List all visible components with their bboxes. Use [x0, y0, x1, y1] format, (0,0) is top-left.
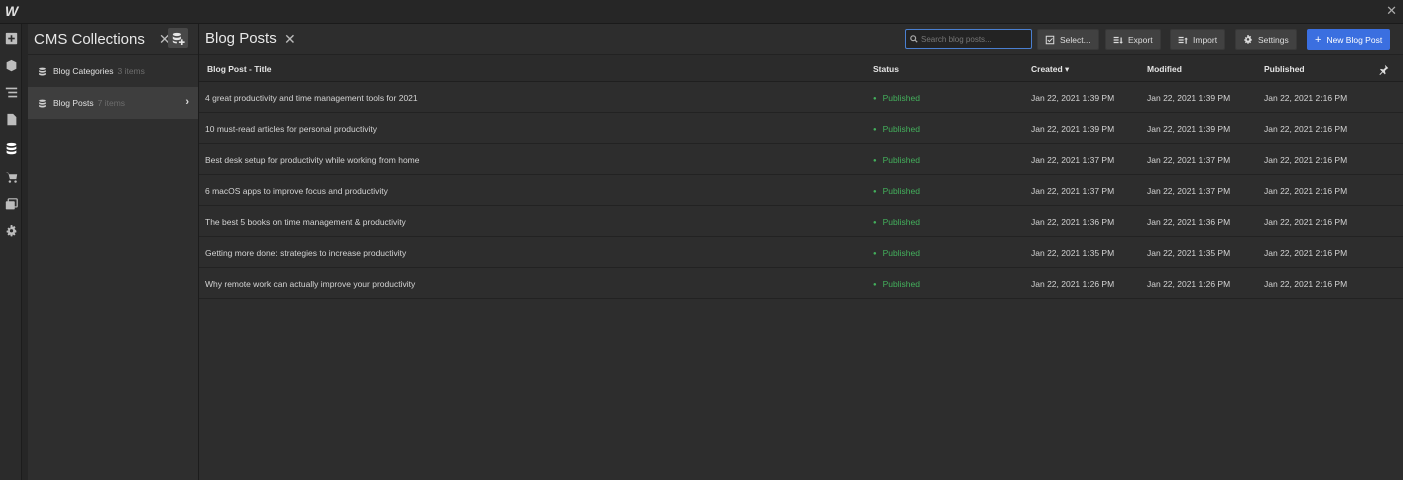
cell-created: Jan 22, 2021 1:35 PM [1031, 248, 1115, 258]
cell-published: Jan 22, 2021 2:16 PM [1264, 155, 1348, 165]
cell-title: Why remote work can actually improve you… [205, 279, 416, 289]
export-button[interactable]: Export [1105, 29, 1161, 50]
import-button-label: Import [1193, 34, 1218, 45]
table-row[interactable]: 10 must-read articles for personal produ… [199, 113, 1403, 144]
webflow-logo[interactable]: W [5, 3, 18, 19]
top-bar: W ✕ [0, 0, 1403, 24]
blog-posts-header: Blog Posts ✕ Select... Export Import Set… [199, 24, 1403, 55]
status-badge: Published [873, 124, 920, 134]
collection-item-blog-posts[interactable]: Blog Posts 7 items › [28, 87, 198, 119]
select-button-label: Select... [1060, 34, 1091, 45]
pin-icon[interactable] [1378, 62, 1389, 80]
cell-modified: Jan 22, 2021 1:39 PM [1147, 124, 1231, 134]
blog-posts-panel: Blog Posts ✕ Select... Export Import Set… [199, 24, 1403, 480]
cell-published: Jan 22, 2021 2:16 PM [1264, 124, 1348, 134]
cell-modified: Jan 22, 2021 1:39 PM [1147, 93, 1231, 103]
symbols-box-icon[interactable] [3, 57, 19, 73]
collections-header: CMS Collections ✕ [28, 24, 198, 55]
left-toolbar [0, 24, 22, 480]
collection-item-label: Blog Posts [53, 98, 94, 108]
cell-title: 6 macOS apps to improve focus and produc… [205, 186, 388, 196]
ecommerce-cart-icon[interactable] [3, 169, 19, 185]
pages-icon[interactable] [3, 111, 19, 127]
assets-icon[interactable] [3, 196, 19, 212]
search-box[interactable] [905, 29, 1032, 49]
chevron-right-icon: › [185, 96, 189, 108]
status-badge: Published [873, 248, 920, 258]
plus-icon: + [1315, 33, 1322, 46]
cell-created: Jan 22, 2021 1:39 PM [1031, 93, 1115, 103]
import-button[interactable]: Import [1170, 29, 1226, 50]
collections-title: CMS Collections [34, 30, 145, 48]
export-icon [1113, 36, 1123, 44]
column-header-status[interactable]: Status [873, 64, 899, 74]
cell-modified: Jan 22, 2021 1:37 PM [1147, 186, 1231, 196]
column-header-published[interactable]: Published [1264, 64, 1305, 74]
cell-created: Jan 22, 2021 1:37 PM [1031, 155, 1115, 165]
cell-modified: Jan 22, 2021 1:35 PM [1147, 248, 1231, 258]
add-collection-button[interactable] [168, 28, 188, 48]
cell-title: Getting more done: strategies to increas… [205, 248, 407, 258]
column-header-title[interactable]: Blog Post - Title [207, 64, 272, 74]
collection-item-count: 3 items [117, 66, 145, 76]
status-badge: Published [873, 279, 920, 289]
table-row[interactable]: 4 great productivity and time management… [199, 82, 1403, 113]
search-icon [910, 35, 918, 43]
export-button-label: Export [1128, 34, 1153, 45]
column-header-modified[interactable]: Modified [1147, 64, 1182, 74]
cell-title: 10 must-read articles for personal produ… [205, 124, 377, 134]
status-badge: Published [873, 186, 920, 196]
table-row[interactable]: Why remote work can actually improve you… [199, 268, 1403, 299]
select-button[interactable]: Select... [1037, 29, 1099, 50]
settings-button[interactable]: Settings [1235, 29, 1297, 50]
table-row[interactable]: Getting more done: strategies to increas… [199, 237, 1403, 268]
collection-item-blog-categories[interactable]: Blog Categories 3 items [28, 55, 198, 87]
cms-database-icon[interactable] [3, 140, 19, 156]
add-database-icon [172, 32, 185, 45]
table-body: 4 great productivity and time management… [199, 82, 1403, 299]
page-title: Blog Posts [205, 30, 277, 47]
cell-created: Jan 22, 2021 1:39 PM [1031, 124, 1115, 134]
cell-created: Jan 22, 2021 1:37 PM [1031, 186, 1115, 196]
column-header-created[interactable]: Created ▾ [1031, 64, 1069, 75]
cell-title: 4 great productivity and time management… [205, 93, 418, 103]
table-header: Blog Post - Title Status Created ▾ Modif… [199, 55, 1403, 82]
collections-panel: CMS Collections ✕ Blog Categories 3 item… [28, 24, 199, 480]
collection-item-label: Blog Categories [53, 66, 114, 76]
settings-button-label: Settings [1258, 34, 1289, 45]
status-badge: Published [873, 93, 920, 103]
add-panel-icon[interactable] [3, 30, 19, 46]
cell-published: Jan 22, 2021 2:16 PM [1264, 279, 1348, 289]
checkbox-icon [1045, 35, 1055, 44]
new-blog-post-button[interactable]: + New Blog Post [1307, 29, 1391, 50]
settings-gear-icon[interactable] [3, 223, 19, 239]
cell-modified: Jan 22, 2021 1:36 PM [1147, 217, 1231, 227]
table-row[interactable]: 6 macOS apps to improve focus and produc… [199, 175, 1403, 206]
status-badge: Published [873, 217, 920, 227]
navigator-icon[interactable] [3, 84, 19, 100]
table-row[interactable]: The best 5 books on time management & pr… [199, 206, 1403, 237]
close-icon[interactable]: ✕ [1386, 3, 1397, 19]
cell-title: Best desk setup for productivity while w… [205, 155, 420, 165]
cell-published: Jan 22, 2021 2:16 PM [1264, 93, 1348, 103]
cell-published: Jan 22, 2021 2:16 PM [1264, 248, 1348, 258]
collection-item-count: 7 items [97, 98, 126, 108]
close-blog-posts-button[interactable]: ✕ [284, 31, 296, 48]
database-icon [39, 67, 46, 75]
cell-title: The best 5 books on time management & pr… [205, 217, 406, 227]
table-row[interactable]: Best desk setup for productivity while w… [199, 144, 1403, 175]
import-icon [1178, 36, 1188, 44]
cell-published: Jan 22, 2021 2:16 PM [1264, 186, 1348, 196]
cell-modified: Jan 22, 2021 1:26 PM [1147, 279, 1231, 289]
cell-created: Jan 22, 2021 1:26 PM [1031, 279, 1115, 289]
cell-published: Jan 22, 2021 2:16 PM [1264, 217, 1348, 227]
gear-icon [1244, 34, 1252, 44]
cell-created: Jan 22, 2021 1:36 PM [1031, 217, 1115, 227]
status-badge: Published [873, 155, 920, 165]
database-icon [39, 99, 46, 107]
cell-modified: Jan 22, 2021 1:37 PM [1147, 155, 1231, 165]
new-blog-post-label: New Blog Post [1326, 34, 1383, 45]
search-input[interactable] [921, 34, 1026, 44]
